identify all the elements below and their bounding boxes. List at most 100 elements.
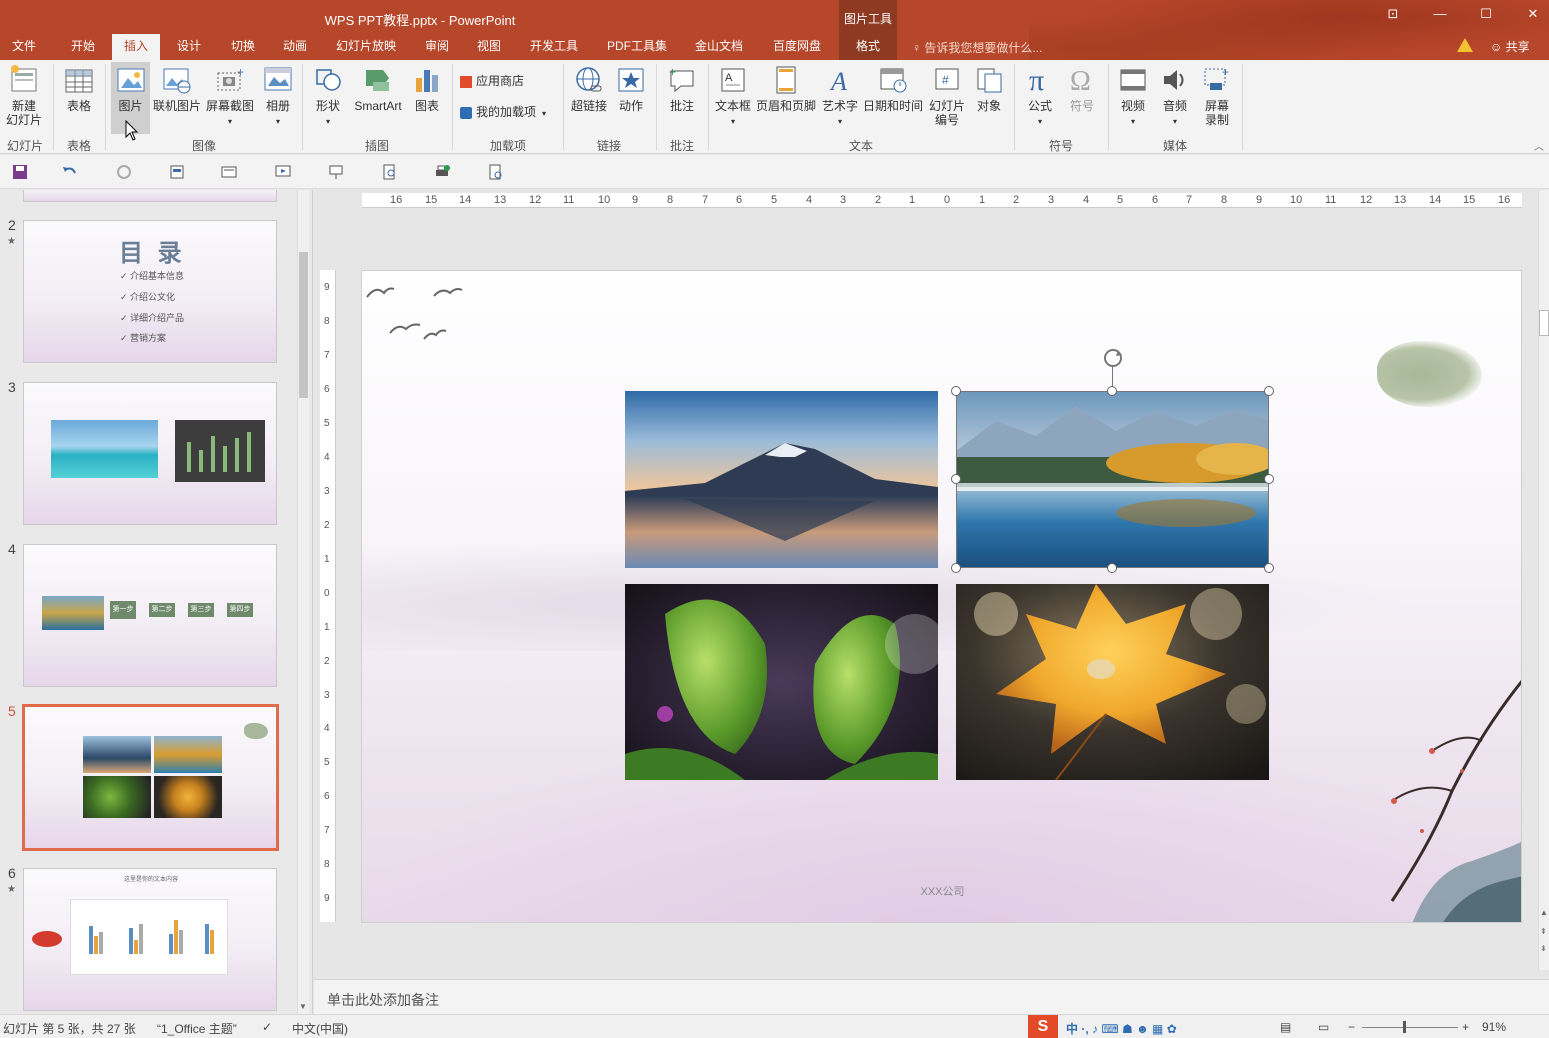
chart-icon bbox=[416, 70, 438, 92]
notes-placeholder[interactable]: 单击此处添加备注 bbox=[327, 990, 439, 1010]
maximize-icon[interactable]: ☐ bbox=[1474, 6, 1498, 22]
slide-thumbnail-1-partial[interactable] bbox=[23, 190, 277, 202]
new-slide-button[interactable]: 新建 幻灯片 bbox=[2, 64, 46, 127]
document-search-icon[interactable] bbox=[488, 164, 504, 180]
wordart-button[interactable]: A 艺术字 ▾ bbox=[820, 64, 860, 129]
equation-button[interactable]: π 公式 ▾ bbox=[1020, 64, 1060, 129]
hyperlink-button[interactable]: 超链接 bbox=[568, 64, 610, 113]
next-slide-icon[interactable]: ⇟ bbox=[1540, 944, 1547, 953]
datetime-button[interactable]: 日期和时间 bbox=[862, 64, 924, 113]
chart-button[interactable]: 图表 bbox=[410, 64, 444, 113]
mount-fuji-lake-image[interactable] bbox=[625, 391, 938, 568]
resize-handle[interactable] bbox=[951, 474, 961, 484]
slide-thumbnail-5[interactable] bbox=[22, 704, 279, 851]
scroll-down-icon[interactable]: ▼ bbox=[299, 1002, 307, 1011]
thumbnail-scrollbar[interactable]: ▼ bbox=[297, 190, 309, 1014]
present-icon[interactable] bbox=[328, 164, 344, 180]
print-icon[interactable] bbox=[434, 164, 450, 180]
slide-number-button[interactable]: # 幻灯片 编号 bbox=[926, 64, 968, 127]
resize-handle[interactable] bbox=[1107, 386, 1117, 396]
object-button[interactable]: 对象 bbox=[970, 64, 1008, 113]
slide-thumbnail-6[interactable]: 这里是你的文本内容 bbox=[23, 868, 277, 1011]
comment-button[interactable]: + 批注 bbox=[662, 64, 702, 113]
tab-pdf-tools[interactable]: PDF工具集 bbox=[600, 34, 674, 60]
slide-thumbnail-3[interactable] bbox=[23, 382, 277, 525]
minimize-icon[interactable]: — bbox=[1428, 6, 1452, 21]
new-slide-qat-icon[interactable] bbox=[169, 164, 185, 180]
my-addins-button[interactable]: 我的加载项 ▾ bbox=[460, 105, 560, 121]
album-button[interactable]: 相册 ▾ bbox=[259, 64, 297, 129]
audio-button[interactable]: 音频 ▾ bbox=[1156, 64, 1194, 129]
video-button[interactable]: 视频 ▾ bbox=[1114, 64, 1152, 129]
collapse-ribbon-icon[interactable]: ︿ bbox=[1534, 138, 1544, 153]
tab-insert[interactable]: 插入 bbox=[112, 34, 160, 60]
symbol-button[interactable]: Ω 符号 bbox=[1062, 64, 1102, 113]
rotate-handle-icon[interactable] bbox=[1102, 347, 1124, 369]
tell-me-box[interactable]: ♀ 告诉我您想要做什么... bbox=[912, 39, 1042, 56]
green-leaves-image[interactable] bbox=[625, 584, 938, 780]
zoom-in-icon[interactable]: + bbox=[1462, 1020, 1469, 1034]
online-picture-button[interactable]: 联机图片 bbox=[152, 64, 202, 113]
slide-thumbnail-4[interactable]: 第一步 第二步 第三步 第四步 bbox=[23, 544, 277, 687]
normal-view-icon[interactable]: ▤ bbox=[1280, 1020, 1291, 1034]
save-icon[interactable] bbox=[12, 164, 28, 180]
ruler-tick-label: 2 bbox=[324, 656, 330, 667]
zoom-slider[interactable] bbox=[1362, 1027, 1458, 1028]
close-icon[interactable]: ✕ bbox=[1521, 6, 1545, 22]
warning-icon[interactable] bbox=[1457, 38, 1473, 52]
resize-handle[interactable] bbox=[951, 563, 961, 573]
maple-leaf-image[interactable] bbox=[956, 584, 1269, 780]
resize-handle[interactable] bbox=[1264, 474, 1274, 484]
textbox-button[interactable]: A 文本框 ▾ bbox=[713, 64, 753, 129]
slide-footer-text[interactable]: XXX公司 bbox=[362, 883, 1521, 899]
previous-slide-icon[interactable]: ⇞ bbox=[1540, 927, 1547, 936]
tab-slideshow[interactable]: 幻灯片放映 bbox=[330, 34, 402, 60]
scroll-up-icon[interactable]: ▲ bbox=[1540, 908, 1548, 917]
undo-icon[interactable] bbox=[62, 164, 78, 180]
resize-handle[interactable] bbox=[1264, 563, 1274, 573]
tab-transitions[interactable]: 切换 bbox=[218, 34, 268, 60]
tab-home[interactable]: 开始 bbox=[58, 34, 108, 60]
tab-developer[interactable]: 开发工具 bbox=[522, 34, 586, 60]
redo-icon[interactable] bbox=[116, 164, 132, 180]
zoom-slider-thumb[interactable] bbox=[1403, 1021, 1406, 1033]
ime-logo-icon[interactable]: S bbox=[1028, 1015, 1058, 1038]
print-preview-icon[interactable] bbox=[382, 164, 398, 180]
tab-animations[interactable]: 动画 bbox=[272, 34, 318, 60]
tab-format[interactable]: 格式 bbox=[839, 34, 897, 60]
editor-vertical-scrollbar[interactable]: ▲ ⇞ ⇟ bbox=[1538, 190, 1549, 970]
tab-kingsoft-docs[interactable]: 金山文档 bbox=[686, 34, 752, 60]
editor-scroll-thumb[interactable] bbox=[1539, 310, 1549, 336]
zoom-level[interactable]: 91% bbox=[1482, 1020, 1506, 1034]
tab-view[interactable]: 视图 bbox=[466, 34, 512, 60]
slideshow-view-icon[interactable]: ▭ bbox=[1318, 1020, 1329, 1034]
tab-review[interactable]: 审阅 bbox=[414, 34, 460, 60]
table-button[interactable]: 表格 bbox=[60, 64, 98, 113]
tab-design[interactable]: 设计 bbox=[164, 34, 214, 60]
shapes-button[interactable]: 形状 ▾ bbox=[308, 64, 348, 129]
smartart-button[interactable]: SmartArt bbox=[350, 64, 406, 113]
resize-handle[interactable] bbox=[1264, 386, 1274, 396]
screen-recording-button[interactable]: + 屏幕 录制 bbox=[1198, 64, 1236, 127]
action-button[interactable]: 动作 bbox=[613, 64, 649, 113]
slideshow-icon[interactable] bbox=[275, 164, 291, 180]
screenshot-button[interactable]: + 屏幕截图 ▾ bbox=[204, 64, 256, 129]
layout-icon[interactable] bbox=[221, 164, 237, 180]
resize-handle[interactable] bbox=[1107, 563, 1117, 573]
spellcheck-icon[interactable]: ✓ bbox=[262, 1020, 272, 1034]
resize-handle[interactable] bbox=[951, 386, 961, 396]
app-store-button[interactable]: 应用商店 bbox=[460, 74, 556, 88]
selection-box bbox=[956, 391, 1269, 568]
slide-canvas[interactable]: XXX公司 bbox=[361, 270, 1522, 923]
share-button[interactable]: ☺ 共享 bbox=[1490, 38, 1530, 55]
ribbon-display-options-icon[interactable]: ⊡ bbox=[1381, 6, 1405, 22]
slide-thumbnail-2[interactable]: 目 录 ✓ 介绍基本信息 ✓ 介绍公文化 ✓ 详细介绍产品 ✓ 营销方案 bbox=[23, 220, 277, 363]
tab-file[interactable]: 文件 bbox=[2, 34, 46, 60]
ime-toolbar-icons[interactable]: 中 ·, ♪ ⌨ ☗ ☻ ▦ ✿ bbox=[1066, 1020, 1177, 1037]
thumbnail-scroll-thumb[interactable] bbox=[299, 252, 308, 398]
header-footer-button[interactable]: 页眉和页脚 bbox=[755, 64, 817, 113]
zoom-out-icon[interactable]: − bbox=[1348, 1020, 1355, 1034]
tab-baidu-netdisk[interactable]: 百度网盘 bbox=[764, 34, 830, 60]
language-status[interactable]: 中文(中国) bbox=[292, 1020, 348, 1037]
notes-pane[interactable]: 单击此处添加备注 bbox=[314, 979, 1549, 1014]
